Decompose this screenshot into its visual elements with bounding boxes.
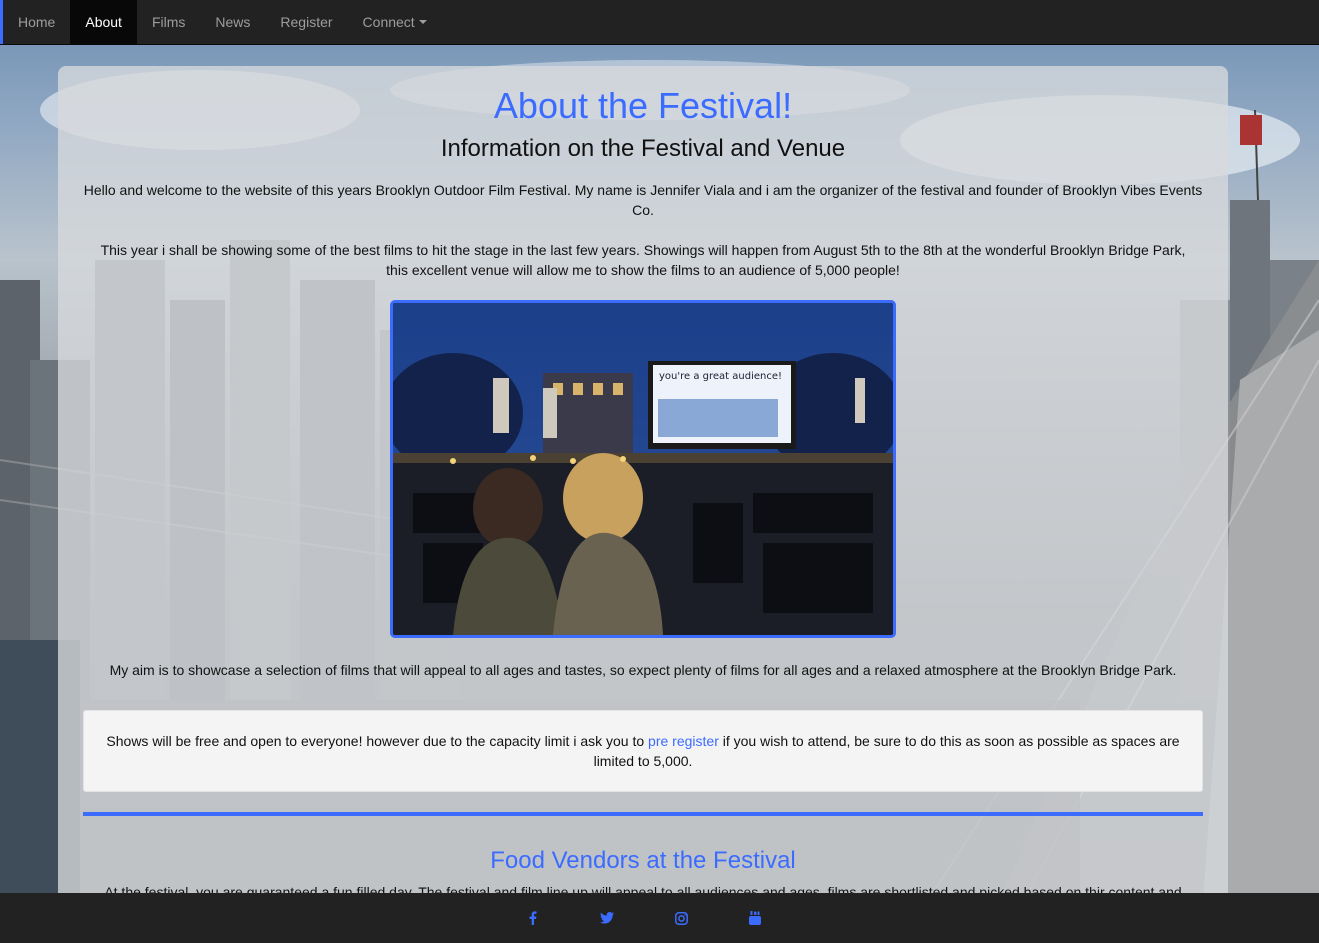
showings-paragraph: This year i shall be showing some of the… [100,242,1186,278]
page-subtitle: Information on the Festival and Venue [440,135,846,162]
nav-connect-dropdown[interactable]: Connect [348,0,442,44]
nav-about[interactable]: About [70,0,137,44]
aim-paragraph: My aim is to showcase a selection of fil… [109,662,1177,678]
top-navbar: Home About Films News Register Connect [0,0,1319,45]
instagram-icon[interactable] [673,910,689,926]
screen-text: you're a great audience! [659,371,782,382]
section-divider [83,812,1203,816]
nav-register[interactable]: Register [265,0,347,44]
nav-about-label: About [85,14,122,30]
facebook-icon[interactable] [525,910,541,926]
notice-text-before: Shows will be free and open to everyone!… [106,733,649,749]
nav-films-label: Films [151,14,186,30]
nav-home-label: Home [18,14,56,30]
nav-home[interactable]: Home [3,0,70,44]
pre-register-link[interactable]: pre register [648,733,719,749]
intro-paragraph: Hello and welcome to the website of this… [83,182,1203,218]
page-title: About the Festival! [493,85,793,126]
festival-photo: you're a great audience! [390,300,896,638]
footer [0,893,1319,943]
food-vendors-title: Food Vendors at the Festival [490,847,796,874]
youtube-icon[interactable] [747,910,763,926]
about-panel: About the Festival! Information on the F… [58,66,1228,943]
nav-connect-label: Connect [362,14,415,30]
nav-news-label: News [215,14,251,30]
nav-register-label: Register [280,14,333,30]
nav-films[interactable]: Films [137,0,200,44]
registration-notice: Shows will be free and open to everyone!… [83,710,1203,792]
twitter-icon[interactable] [599,910,615,926]
caret-down-icon [418,20,427,24]
nav-news[interactable]: News [200,0,265,44]
